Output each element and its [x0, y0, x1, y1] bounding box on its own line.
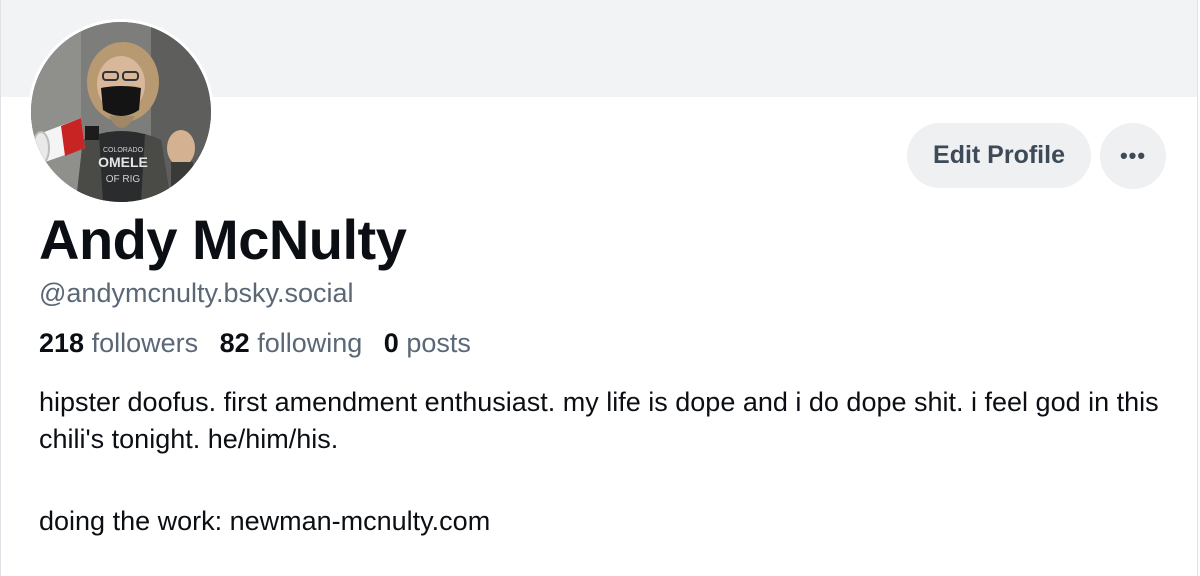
edit-profile-button[interactable]: Edit Profile	[907, 123, 1091, 188]
followers-count: 218	[39, 328, 85, 358]
following-link[interactable]: 82 following	[220, 328, 370, 358]
followers-link[interactable]: 218 followers	[39, 328, 206, 358]
bio-spacer	[39, 458, 1169, 503]
profile-avatar[interactable]: COLORADO OMELE OF RIG	[28, 19, 214, 205]
bio-paragraph: hipster doofus. first amendment enthusia…	[39, 387, 1159, 454]
profile-stats: 218 followers 82 following 0 posts	[39, 328, 485, 359]
following-count: 82	[219, 328, 250, 358]
following-label: following	[257, 328, 363, 358]
avatar-photo: COLORADO OMELE OF RIG	[31, 22, 211, 202]
profile-card: COLORADO OMELE OF RIG Edit Profile ••• A…	[0, 0, 1198, 576]
more-horizontal-icon: •••	[1119, 143, 1147, 168]
profile-display-name: Andy McNulty	[39, 208, 407, 271]
avatar-shirt-text-1: COLORADO	[103, 147, 144, 154]
bio-website-line[interactable]: doing the work: newman-mcnulty.com	[39, 503, 1169, 540]
posts-label: posts	[406, 328, 471, 358]
posts-count: 0	[383, 328, 399, 358]
followers-label: followers	[91, 328, 199, 358]
posts-stat: 0 posts	[384, 328, 471, 358]
profile-handle: @andymcnulty.bsky.social	[39, 278, 354, 308]
profile-bio: hipster doofus. first amendment enthusia…	[39, 384, 1169, 540]
more-options-button[interactable]: •••	[1100, 123, 1166, 189]
avatar-shirt-text-3: OF RIG	[106, 174, 141, 185]
avatar-shirt-text-2: OMELE	[98, 154, 148, 170]
